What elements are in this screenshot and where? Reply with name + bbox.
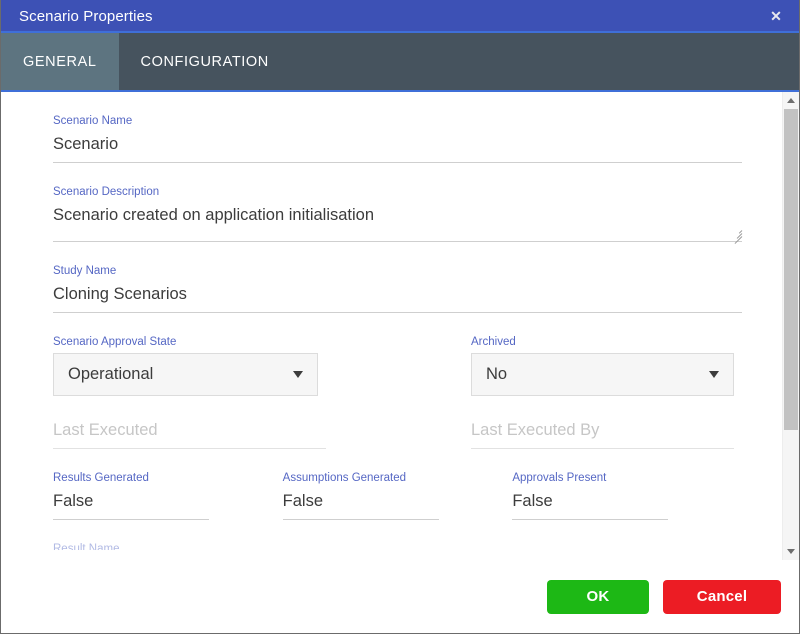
field-scenario-approval-state: Scenario Approval State Operational	[53, 335, 471, 396]
dialog-footer: OK Cancel	[1, 560, 799, 633]
field-results-generated: Results Generated False	[53, 471, 283, 520]
archived-value: No	[486, 365, 699, 384]
dialog-body: Scenario Name Scenario Scenario Descript…	[1, 92, 799, 560]
archived-select[interactable]: No	[471, 353, 734, 396]
field-assumptions-generated: Assumptions Generated False	[283, 471, 513, 520]
scroll-up-arrow-icon[interactable]	[783, 92, 799, 109]
scenario-properties-dialog: Scenario Properties ✕ GENERAL CONFIGURAT…	[0, 0, 800, 634]
col-approvals-present: Approvals Present False	[512, 471, 742, 520]
field-last-executed-by: Last Executed By	[471, 418, 734, 449]
chevron-down-icon	[293, 371, 303, 378]
approvals-present-value[interactable]: False	[512, 489, 668, 520]
row-generated-flags: Results Generated False Assumptions Gene…	[53, 471, 742, 520]
scenario-description-textarea[interactable]: Scenario created on application initiali…	[53, 203, 742, 242]
results-generated-value[interactable]: False	[53, 489, 209, 520]
scenario-name-input[interactable]: Scenario	[53, 132, 742, 163]
row-last-executed: Last Executed Last Executed By	[53, 418, 742, 449]
scenario-approval-state-label: Scenario Approval State	[53, 335, 471, 349]
scenario-approval-state-select[interactable]: Operational	[53, 353, 318, 396]
col-approval-state: Scenario Approval State Operational	[53, 335, 471, 396]
col-assumptions-generated: Assumptions Generated False	[283, 471, 513, 520]
dialog-title: Scenario Properties	[19, 8, 153, 25]
tab-configuration[interactable]: CONFIGURATION	[119, 33, 291, 90]
field-archived: Archived No	[471, 335, 734, 396]
field-approvals-present: Approvals Present False	[512, 471, 742, 520]
scroll-down-arrow-icon[interactable]	[783, 543, 799, 560]
assumptions-generated-label: Assumptions Generated	[283, 471, 513, 485]
last-executed-by-input[interactable]: Last Executed By	[471, 418, 734, 449]
general-form: Scenario Name Scenario Scenario Descript…	[1, 92, 782, 550]
scrollbar-track[interactable]	[783, 109, 799, 543]
scenario-name-label: Scenario Name	[53, 114, 742, 128]
clipped-next-label: Result Name	[53, 542, 742, 550]
dialog-titlebar: Scenario Properties ✕	[1, 0, 799, 33]
form-scroll-region: Scenario Name Scenario Scenario Descript…	[1, 92, 782, 560]
archived-label: Archived	[471, 335, 734, 349]
tab-general[interactable]: GENERAL	[1, 33, 119, 90]
col-results-generated: Results Generated False	[53, 471, 283, 520]
results-generated-label: Results Generated	[53, 471, 283, 485]
assumptions-generated-value[interactable]: False	[283, 489, 439, 520]
vertical-scrollbar[interactable]	[782, 92, 799, 560]
study-name-label: Study Name	[53, 264, 742, 278]
field-last-executed: Last Executed	[53, 418, 471, 449]
chevron-down-icon	[709, 371, 719, 378]
scrollbar-thumb[interactable]	[784, 109, 798, 430]
field-scenario-name: Scenario Name Scenario	[53, 114, 742, 163]
col-archived: Archived No	[471, 335, 734, 396]
tab-bar: GENERAL CONFIGURATION	[1, 33, 799, 92]
approvals-present-label: Approvals Present	[512, 471, 742, 485]
close-icon[interactable]: ✕	[753, 0, 799, 33]
scenario-approval-state-value: Operational	[68, 365, 283, 384]
field-scenario-description: Scenario Description Scenario created on…	[53, 185, 742, 242]
row-approval-archived: Scenario Approval State Operational Arch…	[53, 335, 742, 396]
last-executed-input[interactable]: Last Executed	[53, 418, 326, 449]
scenario-description-label: Scenario Description	[53, 185, 742, 199]
cancel-button[interactable]: Cancel	[663, 580, 781, 614]
field-study-name: Study Name Cloning Scenarios	[53, 264, 742, 313]
field-clipped-next: Result Name	[53, 542, 742, 550]
col-last-executed-by: Last Executed By	[471, 418, 734, 449]
study-name-input[interactable]: Cloning Scenarios	[53, 282, 742, 313]
ok-button[interactable]: OK	[547, 580, 649, 614]
col-last-executed: Last Executed	[53, 418, 471, 449]
